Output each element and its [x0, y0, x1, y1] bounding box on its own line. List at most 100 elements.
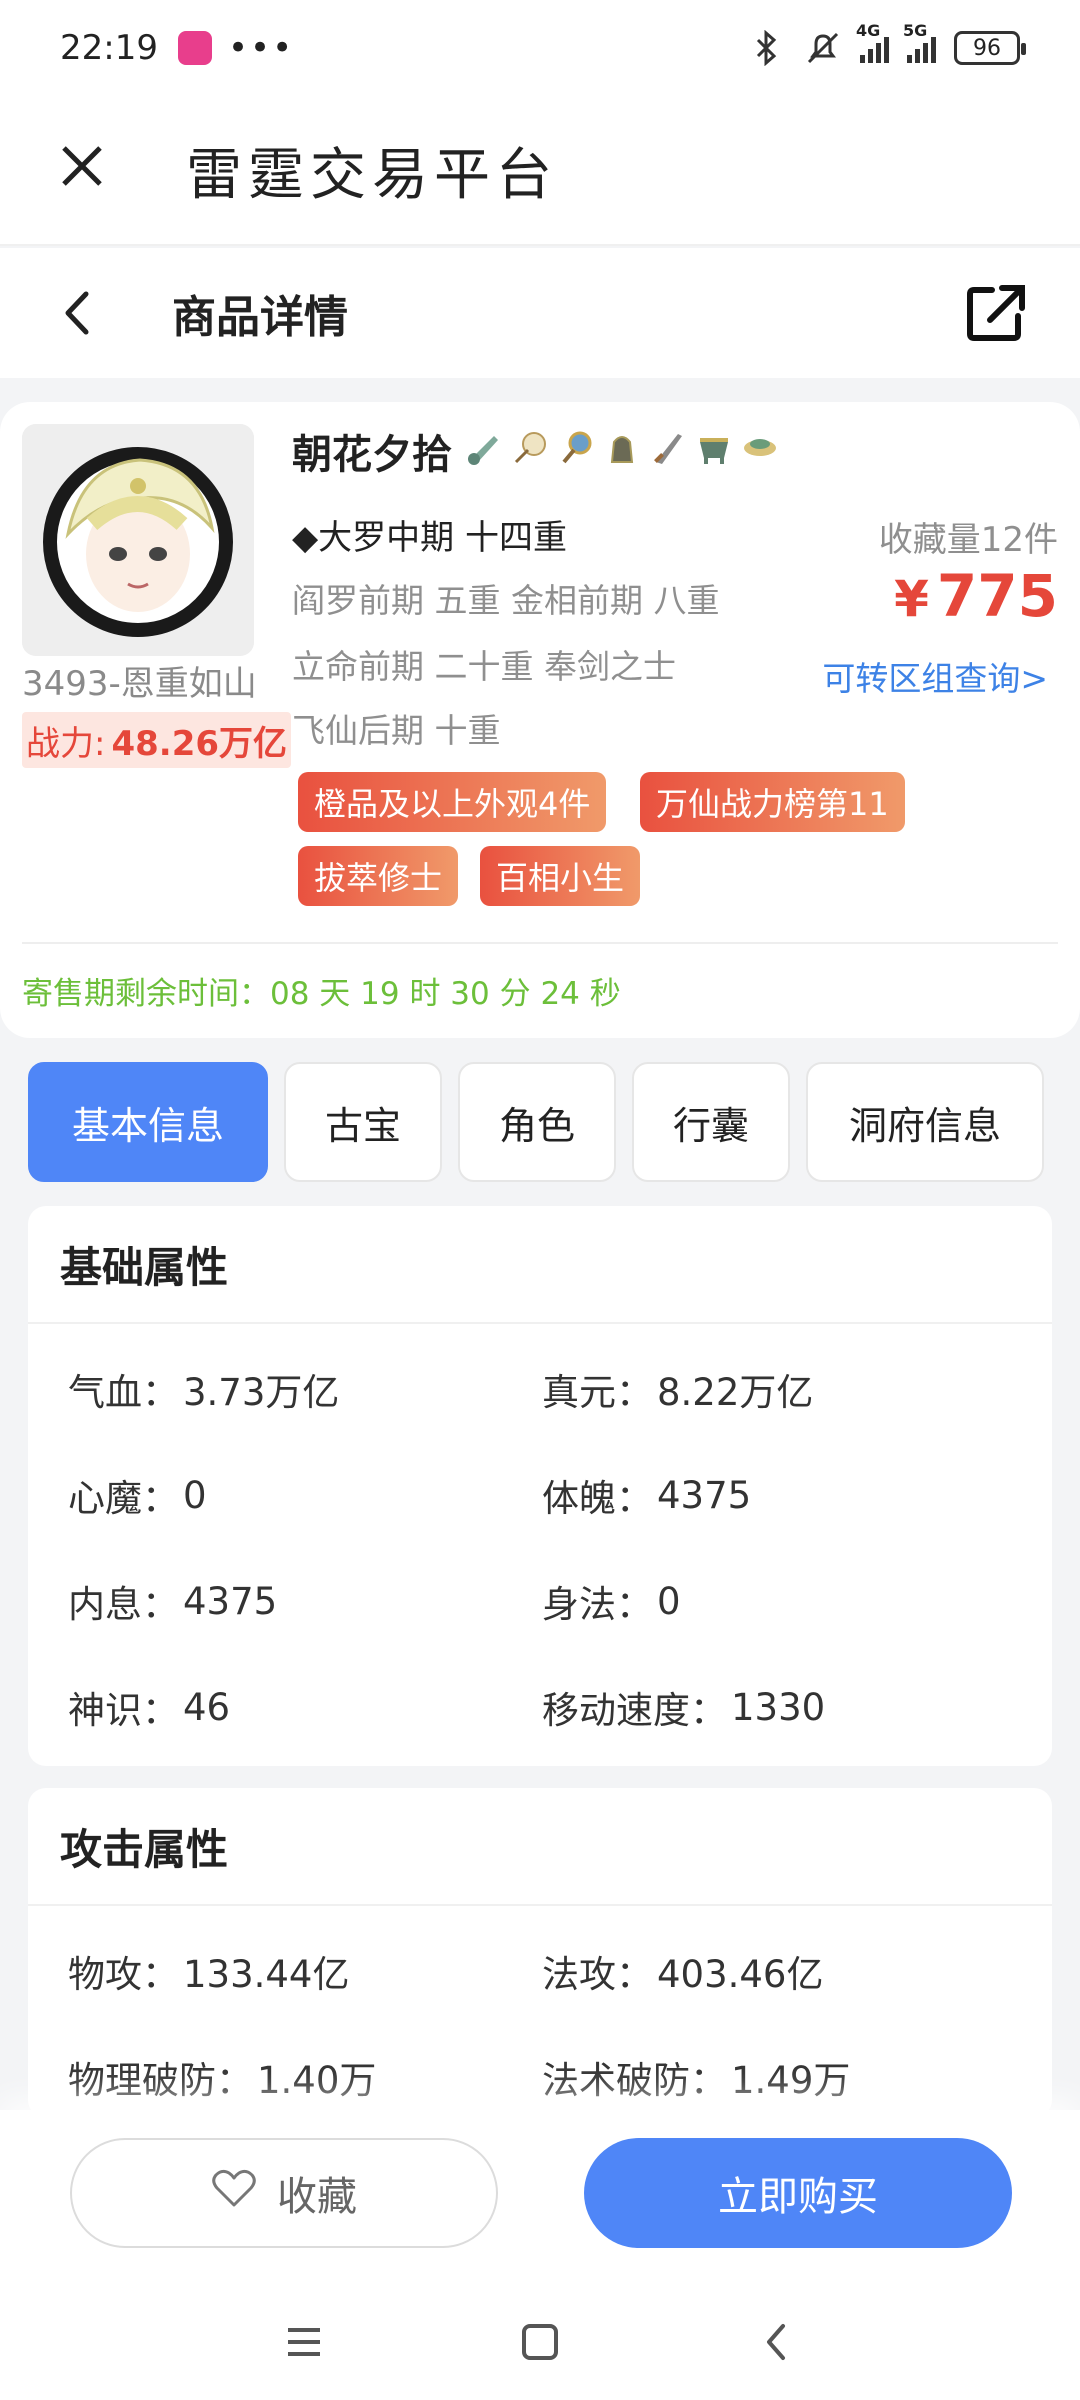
tab-basic-info[interactable]: 基本信息	[28, 1062, 268, 1182]
fan-icon	[510, 428, 550, 468]
bell-icon	[602, 428, 642, 468]
realm-main: ◆大罗中期 十四重	[292, 518, 567, 558]
tab-inventory[interactable]: 行囊	[632, 1062, 790, 1182]
attr-value: 1330	[731, 1685, 826, 1729]
share-icon[interactable]	[964, 280, 1028, 344]
more-notifications-icon: •••	[227, 28, 295, 68]
attr-value: 46	[183, 1685, 231, 1729]
realm-line-3: 飞仙后期 十重	[292, 711, 501, 750]
signal-5g-icon: 5G	[903, 21, 936, 63]
attr-spirit: 神识： 46	[68, 1654, 542, 1760]
gourd-icon	[464, 428, 504, 468]
attr-key: 内息：	[68, 1583, 179, 1626]
attr-value: 1.40万	[257, 2059, 377, 2102]
realm-line-1: 阎罗前期 五重 金相前期 八重	[292, 581, 720, 620]
tag-outfits: 橙品及以上外观4件	[298, 772, 607, 832]
attr-magic-attack: 法攻： 403.46亿	[542, 1918, 1016, 2024]
product-name: 朝花夕拾	[292, 432, 452, 478]
bluetooth-icon	[748, 29, 786, 67]
attr-key: 心魔：	[68, 1477, 179, 1520]
app-title: 雷霆交易平台	[186, 142, 558, 208]
nav-back-icon[interactable]	[748, 2314, 804, 2370]
attr-phys-pierce: 物理破防： 1.40万	[68, 2024, 542, 2118]
basic-attributes-title: 基础属性	[28, 1206, 1052, 1324]
detail-tabs: 基本信息 古宝 角色 行囊 洞府信息	[28, 1062, 1052, 1182]
attr-value: 403.46亿	[657, 1953, 824, 1996]
attr-key: 神识：	[68, 1689, 179, 1732]
bilibili-app-icon	[177, 31, 212, 65]
card-divider	[22, 942, 1058, 944]
attr-value: 0	[657, 1579, 681, 1623]
basic-attributes-panel: 基础属性 气血： 3.73万亿 真元： 8.22万亿 心魔： 0 体魄： 4375 内息…	[28, 1206, 1052, 1766]
cauldron-icon	[694, 428, 734, 468]
attr-key: 移动速度：	[542, 1689, 727, 1732]
battery-icon: 96	[954, 31, 1026, 65]
menu-icon[interactable]	[276, 2314, 332, 2370]
attr-agility: 身法： 0	[542, 1548, 1016, 1654]
attr-physique: 体魄： 4375	[542, 1442, 1016, 1548]
heart-icon	[211, 2167, 257, 2219]
product-card: 3493-恩重如山 战力: 48.26万亿 朝花夕拾 ◆大罗中期 十四重 阎罗前…	[0, 402, 1080, 1038]
buy-now-button[interactable]: 立即购买	[584, 2138, 1012, 2248]
tab-cave-info[interactable]: 洞府信息	[806, 1062, 1044, 1182]
signal-4g-icon: 4G	[856, 21, 889, 63]
price: ¥775	[894, 562, 1058, 630]
close-icon[interactable]	[56, 140, 108, 192]
favorite-button-label: 收藏	[277, 2175, 357, 2219]
favorite-count: 收藏量12件	[878, 520, 1058, 560]
sale-countdown: 寄售期剩余时间：08 天 19 时 30 分 24 秒	[22, 976, 621, 1012]
action-bar: 收藏 立即购买	[0, 2110, 1080, 2286]
attr-value: 0	[183, 1473, 207, 1517]
attr-key: 体魄：	[542, 1477, 653, 1520]
combat-power-value: 48.26万亿	[111, 723, 288, 764]
status-time: 22:19	[60, 28, 158, 68]
system-nav-bar	[0, 2286, 1080, 2400]
app-bar: 雷霆交易平台	[0, 96, 1080, 246]
attr-value: 4375	[657, 1473, 752, 1517]
combat-power: 战力: 48.26万亿	[22, 712, 292, 768]
home-icon[interactable]	[512, 2314, 568, 2370]
attr-mana: 真元： 8.22万亿	[542, 1336, 1016, 1442]
signal-4g-label: 4G	[856, 21, 881, 40]
tag-elite: 拔萃修士	[298, 846, 459, 906]
price-currency: ¥	[894, 570, 929, 628]
page-title: 商品详情	[172, 292, 348, 343]
status-bar: 22:19 ••• 4G 5G 96	[0, 0, 1080, 96]
treasure-icons	[464, 428, 780, 468]
attack-attributes-title: 攻击属性	[28, 1788, 1052, 1906]
tab-treasures[interactable]: 古宝	[284, 1062, 442, 1182]
tab-characters[interactable]: 角色	[458, 1062, 616, 1182]
tag-appearance: 百相小生	[480, 846, 641, 906]
tag-ranking: 万仙战力榜第11	[640, 772, 905, 832]
attr-phys-attack: 物攻： 133.44亿	[68, 1918, 542, 2024]
attr-value: 133.44亿	[183, 1953, 350, 1996]
attr-demon: 心魔： 0	[68, 1442, 542, 1548]
mute-bell-icon	[804, 29, 842, 67]
attack-attributes-panel: 攻击属性 物攻： 133.44亿 法攻： 403.46亿 物理破防： 1.40万 法术…	[28, 1788, 1052, 2118]
attr-key: 物攻：	[68, 1953, 179, 1996]
attr-key: 法术破防：	[542, 2059, 727, 2102]
attr-value: 4375	[183, 1579, 278, 1623]
back-icon[interactable]	[58, 288, 98, 338]
transfer-query-link[interactable]: 可转区组查询>	[822, 652, 1048, 700]
attr-value: 1.49万	[731, 2059, 851, 2102]
price-value: 775	[936, 562, 1058, 630]
attr-key: 身法：	[542, 1583, 653, 1626]
sword-icon	[648, 428, 688, 468]
attr-magic-pierce: 法术破防： 1.49万	[542, 2024, 1016, 2118]
seller-server: 3493-恩重如山	[22, 664, 257, 704]
attr-key: 物理破防：	[68, 2059, 253, 2102]
attr-key: 真元：	[542, 1371, 653, 1414]
signal-5g-label: 5G	[903, 21, 928, 40]
bowl-icon	[740, 428, 780, 468]
combat-power-label: 战力:	[26, 723, 106, 764]
character-avatar	[22, 424, 254, 656]
attr-value: 8.22万亿	[657, 1371, 814, 1414]
attr-breath: 内息： 4375	[68, 1548, 542, 1654]
attr-key: 气血：	[68, 1371, 179, 1414]
attr-hp: 气血： 3.73万亿	[68, 1336, 542, 1442]
attr-move-speed: 移动速度： 1330	[542, 1654, 1016, 1760]
favorite-button[interactable]: 收藏	[70, 2138, 498, 2248]
mace-icon	[556, 428, 596, 468]
page-header: 商品详情	[0, 248, 1080, 378]
